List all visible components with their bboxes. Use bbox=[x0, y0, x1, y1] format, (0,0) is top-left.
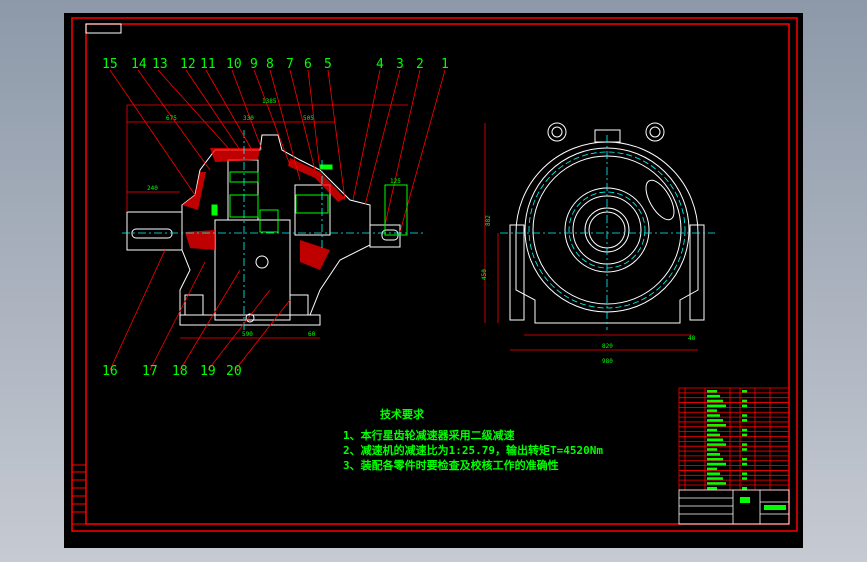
svg-text:8: 8 bbox=[266, 57, 274, 72]
svg-text:7: 7 bbox=[286, 57, 294, 72]
parts-list-name-cell bbox=[707, 448, 717, 451]
svg-text:18: 18 bbox=[172, 364, 188, 379]
svg-text:5: 5 bbox=[324, 57, 332, 72]
svg-text:882: 882 bbox=[485, 215, 492, 226]
svg-text:48: 48 bbox=[688, 335, 696, 342]
svg-text:590: 590 bbox=[242, 331, 253, 338]
svg-text:9: 9 bbox=[250, 57, 258, 72]
parts-list-name-cell bbox=[707, 443, 726, 446]
svg-text:820: 820 bbox=[602, 343, 613, 350]
parts-list-material-cell bbox=[742, 448, 747, 451]
parts-list-name-cell bbox=[707, 482, 726, 485]
svg-text:330: 330 bbox=[243, 115, 254, 122]
parts-list-material-cell bbox=[742, 462, 747, 466]
parts-list-material-cell bbox=[742, 414, 747, 417]
svg-text:6: 6 bbox=[304, 57, 312, 72]
svg-text:16: 16 bbox=[102, 364, 118, 379]
parts-list-name-cell bbox=[707, 419, 723, 422]
left-margin-table bbox=[71, 464, 87, 525]
parts-list-material-cell bbox=[742, 477, 747, 480]
svg-text:3: 3 bbox=[396, 57, 404, 72]
parts-list-name-cell bbox=[707, 423, 726, 427]
parts-list-name-cell bbox=[707, 438, 723, 441]
parts-list-table bbox=[678, 387, 790, 491]
svg-text:2、减速机的减速比为1:25.79，输出转矩T=4520Nm: 2、减速机的减速比为1:25.79，输出转矩T=4520Nm bbox=[343, 443, 603, 457]
svg-text:60: 60 bbox=[308, 331, 316, 338]
parts-list-name-cell bbox=[707, 467, 717, 471]
technical-requirements: 技术要求 1、本行星齿轮减速器采用二级减速 2、减速机的减速比为1:25.79，… bbox=[343, 407, 603, 472]
svg-text:技术要求: 技术要求 bbox=[380, 407, 425, 421]
parts-list-name-cell bbox=[707, 414, 720, 417]
parts-list-name-cell bbox=[707, 399, 723, 403]
drawing-number-box bbox=[85, 23, 122, 34]
parts-list-name-cell bbox=[707, 428, 717, 432]
svg-text:450: 450 bbox=[481, 269, 488, 280]
svg-text:11: 11 bbox=[200, 57, 216, 72]
svg-text:19: 19 bbox=[200, 364, 216, 379]
svg-text:125: 125 bbox=[390, 178, 401, 185]
svg-text:20: 20 bbox=[226, 364, 242, 379]
svg-text:2: 2 bbox=[416, 57, 424, 72]
svg-text:1、本行星齿轮减速器采用二级减速: 1、本行星齿轮减速器采用二级减速 bbox=[343, 428, 515, 442]
svg-text:1385: 1385 bbox=[262, 98, 277, 105]
parts-list-material-cell bbox=[742, 472, 747, 475]
parts-list-name-cell bbox=[707, 394, 720, 398]
parts-list-material-cell bbox=[742, 433, 747, 437]
svg-text:14: 14 bbox=[131, 57, 147, 72]
svg-text:505: 505 bbox=[303, 115, 314, 122]
title-block bbox=[678, 489, 790, 525]
parts-list-name-cell bbox=[707, 462, 726, 466]
parts-list-name-cell bbox=[707, 457, 723, 461]
svg-text:3、装配各零件时要检查及校核工作的准确性: 3、装配各零件时要检查及校核工作的准确性 bbox=[343, 458, 559, 472]
cad-drawing: 15 14 13 12 11 10 9 8 7 6 5 4 3 2 1 16 1… bbox=[71, 17, 798, 532]
parts-list-material-cell bbox=[742, 457, 747, 461]
centerlines-side bbox=[122, 130, 425, 330]
svg-text:10: 10 bbox=[226, 57, 242, 72]
svg-text:240: 240 bbox=[147, 185, 158, 192]
svg-text:17: 17 bbox=[142, 364, 158, 379]
parts-list-name-cell bbox=[707, 433, 720, 437]
parts-list-material-cell bbox=[742, 428, 747, 432]
parts-list-name-cell bbox=[707, 453, 720, 456]
svg-text:15: 15 bbox=[102, 57, 118, 72]
svg-text:12: 12 bbox=[180, 57, 196, 72]
parts-list-name-cell bbox=[707, 404, 726, 408]
parts-list-name-cell bbox=[707, 409, 717, 412]
parts-list-material-cell bbox=[742, 443, 747, 446]
parts-list-material-cell bbox=[742, 487, 747, 490]
svg-text:13: 13 bbox=[152, 57, 168, 72]
svg-text:1: 1 bbox=[441, 57, 449, 72]
side-section-view bbox=[126, 134, 401, 326]
parts-list-name-cell bbox=[707, 477, 723, 480]
parts-list-name-cell bbox=[707, 390, 717, 393]
parts-list-name-cell bbox=[707, 487, 717, 490]
centerlines-front bbox=[500, 135, 715, 330]
parts-list-border bbox=[678, 387, 790, 491]
drawing-canvas[interactable]: 15 14 13 12 11 10 9 8 7 6 5 4 3 2 1 16 1… bbox=[64, 13, 803, 548]
svg-text:675: 675 bbox=[166, 115, 177, 122]
parts-list-name-cell bbox=[707, 472, 720, 475]
svg-text:4: 4 bbox=[376, 57, 384, 72]
parts-list-material-cell bbox=[742, 419, 747, 422]
parts-list-material-cell bbox=[742, 404, 747, 408]
svg-text:980: 980 bbox=[602, 358, 613, 365]
parts-list-material-cell bbox=[742, 399, 747, 403]
parts-list-material-cell bbox=[742, 390, 747, 393]
